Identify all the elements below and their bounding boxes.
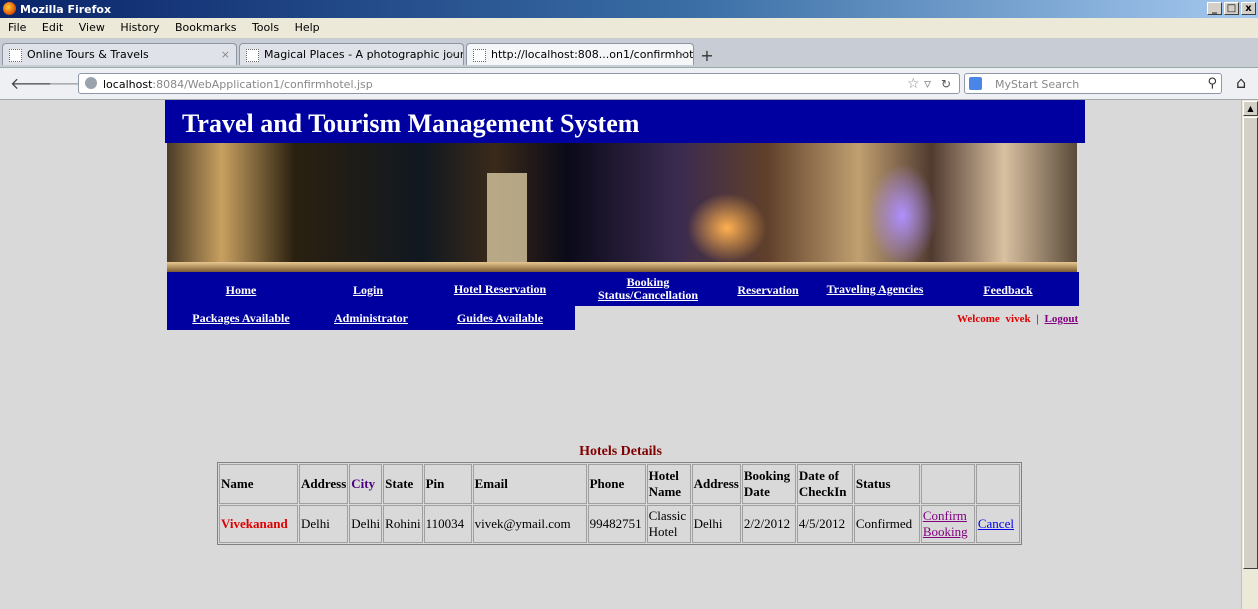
- cell-pin: 110034: [423, 505, 472, 543]
- cell-state: Rohini: [383, 505, 423, 543]
- tab-confirmhotel[interactable]: http://localhost:808...on1/confirmhotel.…: [466, 43, 694, 65]
- cell-confirm: Confirm Booking: [920, 505, 975, 543]
- col-city: City: [349, 464, 383, 504]
- close-tab-icon[interactable]: ×: [448, 48, 457, 61]
- tab-label: Online Tours & Travels: [27, 48, 149, 61]
- nav-administrator[interactable]: Administrator: [325, 312, 417, 325]
- navigation-toolbar: 🡐 🡒 localhost:8084/WebApplication1/confi…: [0, 68, 1258, 100]
- cell-phone: 99482751: [587, 505, 646, 543]
- cell-booking-date: 2/2/2012: [741, 505, 796, 543]
- site-header: Travel and Tourism Management System: [165, 100, 1085, 143]
- nav-booking-status[interactable]: Booking Status/Cancellation: [588, 276, 708, 302]
- cell-address: Delhi: [299, 505, 349, 543]
- table-row: Vivekanand Delhi Delhi Rohini 110034 viv…: [219, 505, 1020, 543]
- tab-magical-places[interactable]: Magical Places - A photographic journey …: [239, 43, 464, 65]
- cell-cancel: Cancel: [975, 505, 1020, 543]
- cell-status: Confirmed: [853, 505, 920, 543]
- scroll-up-icon[interactable]: ▲: [1243, 101, 1258, 116]
- menu-bookmarks[interactable]: Bookmarks: [175, 18, 236, 38]
- minimize-button[interactable]: _: [1207, 2, 1222, 15]
- page-content: Travel and Tourism Management System Hom…: [0, 100, 1241, 609]
- close-tab-icon[interactable]: ×: [221, 48, 230, 61]
- cell-city: Delhi: [349, 505, 383, 543]
- menu-tools[interactable]: Tools: [252, 18, 279, 38]
- url-host: localhost: [103, 78, 153, 91]
- col-confirm: [920, 464, 975, 504]
- table-header-row: Name Address City State Pin Email Phone …: [219, 464, 1020, 504]
- col-state: State: [383, 464, 423, 504]
- search-bar[interactable]: MyStart Search ⚲: [964, 73, 1222, 94]
- cell-name: Vivekanand: [219, 505, 298, 543]
- nav-feedback[interactable]: Feedback: [967, 284, 1049, 297]
- nav-traveling-agencies[interactable]: Traveling Agencies: [819, 283, 931, 296]
- back-arrow-icon[interactable]: 🡐: [10, 73, 53, 93]
- vertical-scrollbar[interactable]: ▲: [1241, 100, 1258, 609]
- firefox-icon: [3, 2, 16, 15]
- search-icon[interactable]: ⚲: [1207, 76, 1217, 91]
- search-placeholder: MyStart Search: [995, 78, 1080, 91]
- nav-reservation[interactable]: Reservation: [727, 284, 809, 297]
- col-booking-date: Booking Date: [741, 464, 796, 504]
- col-address: Address: [299, 464, 349, 504]
- banner-image: [167, 143, 1077, 272]
- nav-packages-available[interactable]: Packages Available: [187, 312, 295, 325]
- tab-online-tours[interactable]: Online Tours & Travels ×: [2, 43, 237, 65]
- cell-hotel-name: Classic Hotel: [646, 505, 691, 543]
- nav-hotel-reservation[interactable]: Hotel Reservation: [445, 283, 555, 296]
- welcome-bar: Welcome vivek | Logout: [957, 313, 1078, 325]
- page-icon: [473, 49, 486, 62]
- menu-history[interactable]: History: [120, 18, 159, 38]
- tab-label: Magical Places - A photographic journey …: [264, 48, 464, 61]
- col-email: Email: [472, 464, 587, 504]
- cell-hotel-address: Delhi: [691, 505, 741, 543]
- window-titlebar: Mozilla Firefox _ □ x: [0, 0, 1258, 18]
- close-button[interactable]: x: [1241, 2, 1256, 15]
- nav-guides-available[interactable]: Guides Available: [451, 312, 549, 325]
- username: vivek: [1005, 313, 1031, 325]
- home-icon[interactable]: ⌂: [1236, 73, 1246, 92]
- tab-label: http://localhost:808...on1/confirmhotel.…: [491, 48, 694, 61]
- new-tab-button[interactable]: +: [696, 46, 718, 65]
- close-tab-icon[interactable]: ×: [678, 48, 687, 61]
- reload-icon[interactable]: ↻: [941, 77, 951, 91]
- maximize-button[interactable]: □: [1224, 2, 1239, 15]
- col-phone: Phone: [587, 464, 646, 504]
- hotels-table: Name Address City State Pin Email Phone …: [217, 462, 1022, 545]
- main-nav: Home Login Hotel Reservation Booking Sta…: [167, 272, 1079, 306]
- url-path: :8084/WebApplication1/confirmhotel.jsp: [152, 78, 373, 91]
- site-title: Travel and Tourism Management System: [182, 109, 640, 138]
- page-icon: [9, 49, 22, 62]
- col-pin: Pin: [423, 464, 472, 504]
- logout-link[interactable]: Logout: [1045, 313, 1079, 325]
- tab-bar: Online Tours & Travels × Magical Places …: [0, 38, 1258, 68]
- globe-icon: [85, 77, 97, 89]
- confirm-booking-link[interactable]: Confirm Booking: [923, 508, 968, 539]
- menu-file[interactable]: File: [8, 18, 26, 38]
- bookmark-star-icon[interactable]: ☆ ▿: [907, 76, 931, 92]
- col-status: Status: [853, 464, 920, 504]
- nav-login[interactable]: Login: [327, 284, 409, 297]
- nav-home[interactable]: Home: [200, 284, 282, 297]
- col-name: Name: [219, 464, 298, 504]
- address-bar[interactable]: localhost:8084/WebApplication1/confirmho…: [78, 73, 960, 94]
- hotels-caption: Hotels Details: [579, 444, 662, 459]
- page-icon: [246, 49, 259, 62]
- col-checkin-date: Date of CheckIn: [796, 464, 853, 504]
- col-hotel-name: Hotel Name: [646, 464, 691, 504]
- window-title: Mozilla Firefox: [20, 3, 112, 16]
- welcome-label: Welcome: [957, 313, 1000, 325]
- cancel-link[interactable]: Cancel: [978, 516, 1014, 531]
- menu-edit[interactable]: Edit: [42, 18, 63, 38]
- menu-bar: File Edit View History Bookmarks Tools H…: [0, 18, 1258, 38]
- menu-help[interactable]: Help: [295, 18, 320, 38]
- menu-view[interactable]: View: [79, 18, 105, 38]
- cell-email: vivek@ymail.com: [472, 505, 587, 543]
- col-cancel: [975, 464, 1020, 504]
- secondary-nav: Packages Available Administrator Guides …: [167, 306, 575, 330]
- cell-checkin-date: 4/5/2012: [796, 505, 853, 543]
- separator: |: [1036, 313, 1039, 325]
- search-engine-icon[interactable]: [969, 77, 982, 90]
- scroll-thumb[interactable]: [1243, 117, 1258, 569]
- col-hotel-address: Address: [691, 464, 741, 504]
